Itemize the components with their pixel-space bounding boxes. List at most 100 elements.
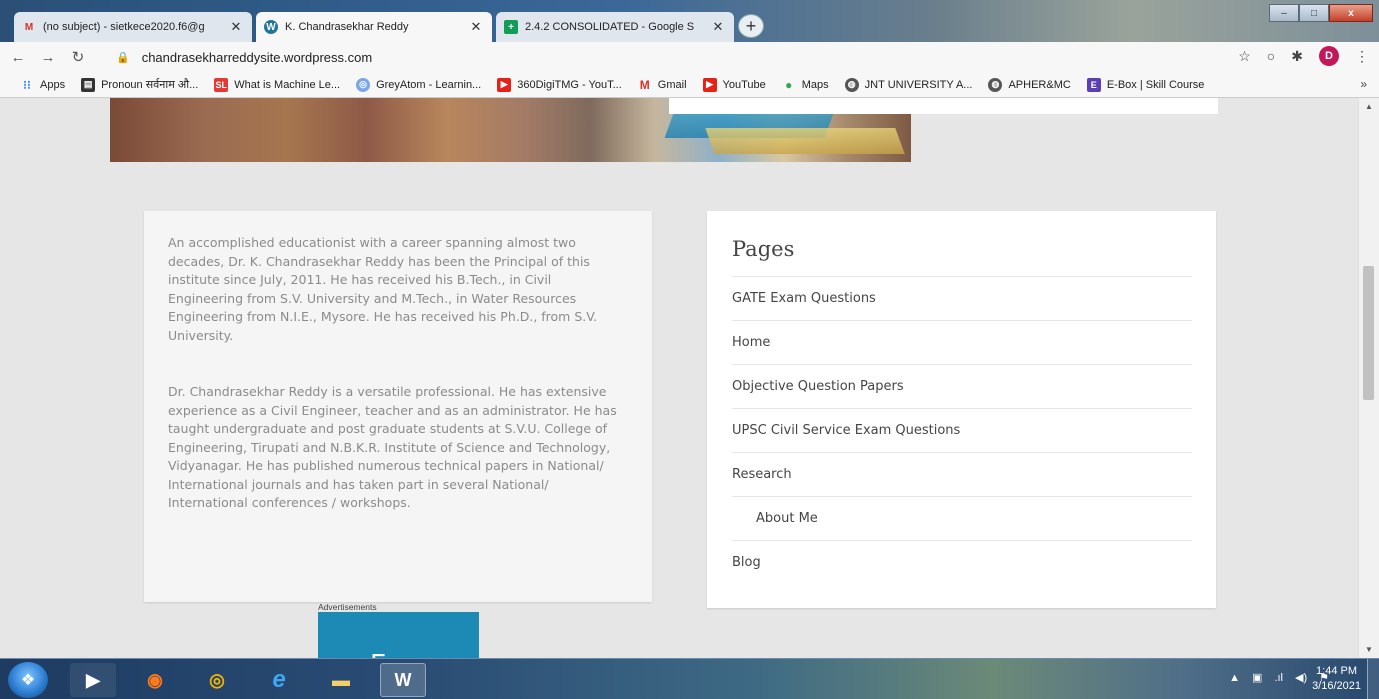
- sl-icon: SL: [214, 77, 229, 92]
- header-card: [669, 98, 1218, 114]
- windows-taskbar: ❖ ▶ ◉ ◎ e ▬ W ▲ ▣ .ıl ◀) ⚑ 1:44 PM 3/16/…: [0, 658, 1379, 699]
- file-explorer-icon[interactable]: ▬: [318, 663, 364, 697]
- close-tab-icon[interactable]: ✕: [228, 19, 244, 35]
- maximize-button[interactable]: □: [1299, 4, 1329, 22]
- media-player-icon[interactable]: ▶: [70, 663, 116, 697]
- back-arrow-icon[interactable]: ←: [6, 49, 30, 66]
- close-window-button[interactable]: x: [1329, 4, 1373, 22]
- bio-card: An accomplished educationist with a care…: [144, 211, 652, 602]
- start-button[interactable]: ❖: [8, 662, 48, 698]
- reload-icon[interactable]: ↻: [66, 48, 90, 66]
- pages-widget: Pages GATE Exam Questions Home Objective…: [707, 211, 1216, 608]
- network-icon[interactable]: ▣: [1252, 671, 1262, 684]
- bookmark-label: Gmail: [657, 78, 687, 91]
- signal-icon[interactable]: .ıl: [1274, 672, 1283, 684]
- bookmark-gmail[interactable]: M Gmail: [638, 78, 687, 92]
- advertisement-banner[interactable]: Earn: [318, 612, 479, 658]
- browser-title-bar: M (no subject) - sietkece2020.f6@g ✕ W K…: [0, 0, 1379, 42]
- firefox-icon[interactable]: ◉: [132, 663, 178, 697]
- page-link-home[interactable]: Home: [732, 321, 1192, 365]
- bookmark-label: YouTube: [722, 78, 766, 91]
- pages-widget-title: Pages: [732, 231, 1192, 277]
- bookmark-jntu[interactable]: ◍ JNT UNIVERSITY A...: [844, 77, 973, 92]
- page-viewport: An accomplished educationist with a care…: [0, 98, 1358, 658]
- bookmark-label: 360DigiTMG - YouT...: [517, 78, 622, 91]
- menu-kebab-icon[interactable]: ⋮: [1355, 48, 1369, 65]
- page-scrollbar[interactable]: ▲ ▼: [1358, 98, 1379, 658]
- bookmark-360digitmg[interactable]: ▶ 360DigiTMG - YouT...: [497, 77, 622, 92]
- gmail-icon: M: [639, 77, 650, 92]
- ebox-icon: E: [1086, 77, 1101, 92]
- tab-title: (no subject) - sietkece2020.f6@g: [43, 21, 205, 33]
- bookmark-greyatom[interactable]: ◎ GreyAtom - Learnin...: [356, 77, 482, 92]
- page-link-upsc-civil-service[interactable]: UPSC Civil Service Exam Questions: [732, 409, 1192, 453]
- internet-explorer-icon[interactable]: e: [256, 663, 302, 697]
- greyatom-icon: ◎: [356, 77, 371, 92]
- clock-date: 3/16/2021: [1312, 680, 1361, 692]
- scroll-up-arrow-icon[interactable]: ▲: [1359, 102, 1379, 111]
- system-clock[interactable]: 1:44 PM 3/16/2021: [1312, 664, 1361, 694]
- new-tab-button[interactable]: +: [738, 14, 764, 38]
- more-bookmarks-icon[interactable]: »: [1360, 77, 1367, 91]
- profile-avatar[interactable]: D: [1319, 46, 1339, 66]
- tray-expand-icon[interactable]: ▲: [1229, 672, 1240, 684]
- tab-title: 2.4.2 CONSOLIDATED - Google S: [525, 21, 695, 33]
- page-link-blog[interactable]: Blog: [732, 541, 1192, 585]
- maps-pin-icon: ●: [785, 77, 793, 92]
- url-text: chandrasekharreddysite.wordpress.com: [141, 49, 373, 65]
- show-desktop-button[interactable]: [1367, 659, 1379, 699]
- page-link-gate-exam-questions[interactable]: GATE Exam Questions: [732, 277, 1192, 321]
- bookmark-apps[interactable]: ⁝⁝ Apps: [20, 78, 65, 92]
- bookmark-maps[interactable]: ● Maps: [782, 78, 829, 92]
- page-link-objective-question-papers[interactable]: Objective Question Papers: [732, 365, 1192, 409]
- bookmark-ebox[interactable]: E E-Box | Skill Course: [1086, 77, 1205, 92]
- volume-icon[interactable]: ◀): [1295, 671, 1307, 684]
- forward-arrow-icon[interactable]: →: [36, 49, 60, 66]
- scroll-thumb[interactable]: [1363, 266, 1374, 400]
- address-bar[interactable]: 🔒 chandrasekharreddysite.wordpress.com: [116, 47, 1206, 67]
- bookmark-label: E-Box | Skill Course: [1106, 78, 1205, 91]
- apps-grid-icon: ⁝⁝: [23, 77, 31, 92]
- bookmark-label: APHER&MC: [1008, 78, 1071, 91]
- bookmark-youtube[interactable]: ▶ YouTube: [702, 77, 766, 92]
- chrome-icon[interactable]: ◎: [194, 663, 240, 697]
- bookmark-apher[interactable]: ◍ APHER&MC: [988, 77, 1071, 92]
- lock-icon: 🔒: [116, 51, 130, 64]
- bookmark-label: Apps: [40, 78, 66, 91]
- word-icon[interactable]: W: [380, 663, 426, 697]
- close-tab-icon[interactable]: ✕: [468, 19, 484, 35]
- tab-gmail[interactable]: M (no subject) - sietkece2020.f6@g ✕: [14, 12, 252, 42]
- close-tab-icon[interactable]: ✕: [710, 19, 726, 35]
- youtube-icon: ▶: [497, 77, 512, 92]
- minimize-button[interactable]: –: [1269, 4, 1299, 22]
- tab-google-sheets[interactable]: + 2.4.2 CONSOLIDATED - Google S ✕: [496, 12, 734, 42]
- wordpress-icon: W: [264, 20, 278, 34]
- extensions-puzzle-icon[interactable]: ✱: [1291, 48, 1303, 65]
- bookmark-machine-learning[interactable]: SL What is Machine Le...: [214, 77, 341, 92]
- tab-chandrasekhar-reddy[interactable]: W K. Chandrasekhar Reddy ✕: [256, 12, 492, 42]
- globe-icon: ◍: [844, 77, 859, 92]
- advertisements-label: Advertisements: [318, 602, 377, 612]
- clock-time: 1:44 PM: [1316, 665, 1358, 677]
- globe-icon: ◍: [988, 77, 1003, 92]
- bookmark-label: GreyAtom - Learnin...: [376, 78, 482, 91]
- tab-title: K. Chandrasekhar Reddy: [285, 21, 409, 33]
- youtube-icon: ▶: [702, 77, 717, 92]
- window-controls: – □ x: [1269, 4, 1373, 22]
- browser-toolbar: ← → ↻ 🔒 chandrasekharreddysite.wordpress…: [0, 42, 1379, 72]
- bookmark-label: What is Machine Le...: [234, 78, 341, 91]
- gmail-icon: M: [24, 21, 34, 33]
- bookmark-star-icon[interactable]: ☆: [1238, 48, 1251, 65]
- bio-paragraph: An accomplished educationist with a care…: [168, 235, 598, 343]
- bio-paragraph: Dr. Chandrasekhar Reddy is a versatile p…: [168, 384, 617, 510]
- google-sheets-icon: +: [504, 20, 518, 34]
- page-link-about-me[interactable]: About Me: [732, 497, 1192, 541]
- bookmarks-bar: ⁝⁝ Apps ▤ Pronoun सर्वनाम औ... SL What i…: [0, 72, 1379, 98]
- page-link-research[interactable]: Research: [732, 453, 1192, 497]
- extension-circle-icon[interactable]: ○: [1267, 48, 1275, 64]
- bookmark-label: Maps: [801, 78, 829, 91]
- scroll-down-arrow-icon[interactable]: ▼: [1359, 645, 1379, 654]
- bookmark-pronoun[interactable]: ▤ Pronoun सर्वनाम औ...: [81, 77, 198, 92]
- bookmark-label: JNT UNIVERSITY A...: [864, 78, 973, 91]
- bookmark-label: Pronoun सर्वनाम औ...: [101, 79, 199, 91]
